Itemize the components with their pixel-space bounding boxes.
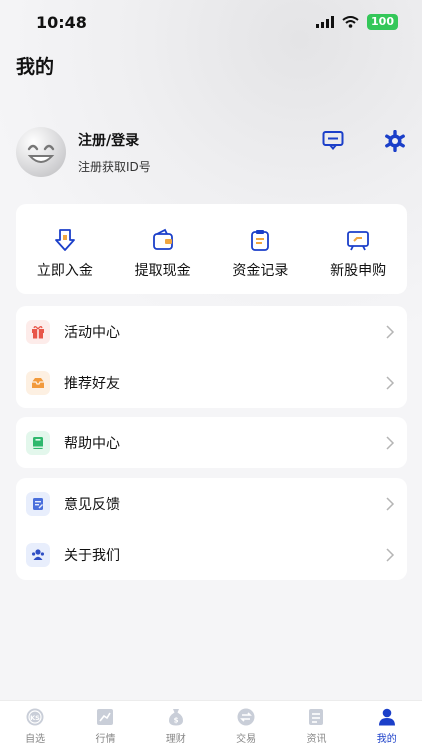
tab-market[interactable]: 行情 (70, 701, 140, 750)
gift-icon (26, 319, 50, 344)
status-bar: 10:48 100 (0, 0, 422, 44)
feedback-label: 意见反馈 (64, 496, 120, 513)
quick-actions-card: 立即入金 提取现金 资金记录 新股申购 (16, 204, 407, 294)
exchange-icon (237, 708, 255, 726)
clipboard-icon (251, 230, 270, 251)
chevron-right-icon (386, 435, 395, 450)
wifi-icon (342, 16, 359, 28)
chevron-right-icon (386, 547, 395, 562)
withdraw-label: 提取现金 (134, 263, 191, 279)
tab-watchlist[interactable]: KS 自选 (0, 701, 70, 750)
wallet-icon (152, 228, 173, 250)
money-bag-icon: $ (168, 709, 183, 726)
presentation-icon (347, 231, 370, 251)
chevron-right-icon (386, 496, 395, 511)
people-icon (26, 542, 50, 567)
battery-indicator: 100 (367, 14, 398, 30)
menu-card-help: 帮助中心 (16, 417, 407, 468)
menu-card-activities: 活动中心 推荐好友 (16, 306, 407, 408)
tab-label: 交易 (236, 734, 257, 745)
activity-center-label: 活动中心 (64, 324, 120, 341)
list-item-activity-center[interactable]: 活动中心 (16, 306, 407, 357)
ks-coin-icon: KS (26, 708, 44, 726)
avatar[interactable] (16, 127, 66, 177)
refer-friends-label: 推荐好友 (64, 375, 120, 392)
deposit-button[interactable]: 立即入金 (16, 204, 114, 294)
tab-label: 我的 (376, 734, 397, 745)
person-icon (378, 708, 395, 726)
profile-subtitle: 注册获取ID号 (78, 159, 151, 174)
tab-label: 资讯 (306, 734, 327, 745)
book-icon (26, 430, 50, 455)
menu-card-about: 意见反馈 关于我们 (16, 478, 407, 580)
about-us-label: 关于我们 (64, 547, 120, 564)
status-indicators: 100 (316, 14, 398, 30)
svg-text:KS: KS (30, 714, 40, 722)
mailbox-icon (26, 370, 50, 395)
tab-label: 理财 (165, 734, 186, 745)
tab-trade[interactable]: 交易 (211, 701, 281, 750)
withdraw-button[interactable]: 提取现金 (114, 204, 212, 294)
list-item-refer-friends[interactable]: 推荐好友 (16, 357, 407, 408)
profile-text: 注册/登录 注册获取ID号 (78, 130, 151, 175)
chevron-right-icon (386, 375, 395, 390)
feedback-icon (26, 491, 50, 516)
chart-icon (97, 709, 114, 725)
fund-records-label: 资金记录 (232, 263, 289, 279)
smiley-avatar-icon (27, 144, 55, 163)
page-title: 我的 (16, 56, 55, 78)
login-link[interactable]: 注册/登录 (78, 130, 151, 150)
tab-label: 自选 (25, 734, 46, 745)
settings-gear-icon[interactable] (384, 130, 406, 152)
status-time: 10:48 (36, 12, 87, 32)
list-item-feedback[interactable]: 意见反馈 (16, 478, 407, 529)
ipo-subscription-label: 新股申购 (330, 263, 387, 279)
list-item-about-us[interactable]: 关于我们 (16, 529, 407, 580)
news-icon (309, 709, 324, 725)
message-icon[interactable] (322, 130, 344, 150)
tab-wealth[interactable]: $ 理财 (141, 701, 211, 750)
cellular-signal-icon (316, 16, 335, 28)
deposit-label: 立即入金 (36, 263, 93, 279)
help-center-label: 帮助中心 (64, 435, 120, 452)
fund-records-button[interactable]: 资金记录 (212, 204, 310, 294)
tab-mine[interactable]: 我的 (352, 701, 422, 750)
ipo-subscription-button[interactable]: 新股申购 (309, 204, 407, 294)
tab-label: 行情 (95, 734, 116, 745)
chevron-right-icon (386, 324, 395, 339)
svg-text:$: $ (173, 717, 178, 725)
deposit-icon (54, 229, 75, 251)
bottom-tab-bar: KS 自选 行情 $ 理财 交易 资讯 我的 (0, 700, 422, 750)
profile-actions (322, 130, 406, 152)
tab-news[interactable]: 资讯 (281, 701, 351, 750)
profile-section[interactable]: 注册/登录 注册获取ID号 (16, 126, 406, 178)
list-item-help-center[interactable]: 帮助中心 (16, 417, 407, 468)
